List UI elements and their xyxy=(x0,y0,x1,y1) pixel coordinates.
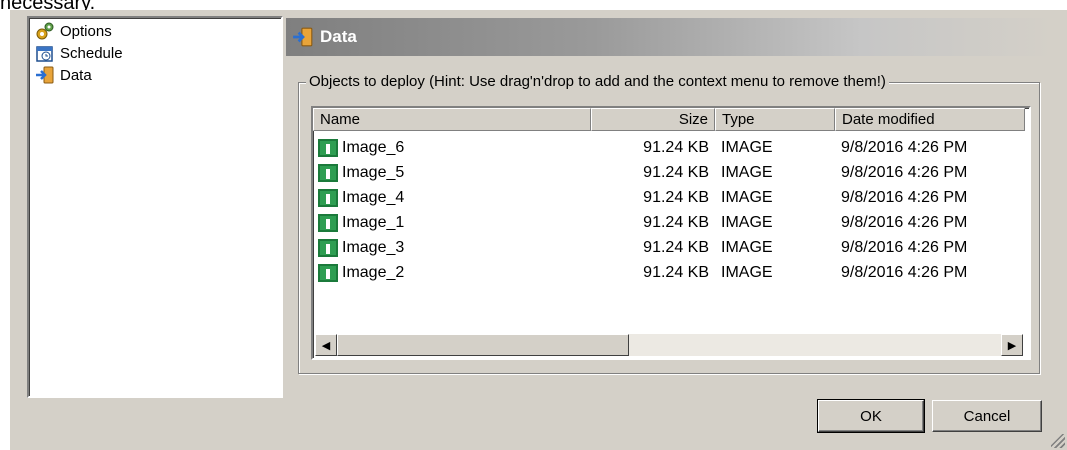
item-name: Image_4 xyxy=(342,188,405,206)
item-name: Image_2 xyxy=(342,263,405,281)
cancel-button[interactable]: Cancel xyxy=(932,400,1042,432)
ok-button[interactable]: OK xyxy=(817,399,925,433)
date-cell: 9/8/2016 4:26 PM xyxy=(841,263,968,281)
schedule-icon xyxy=(35,43,55,63)
size-cell: 91.24 KB xyxy=(643,138,709,156)
list-row[interactable]: Image_5 91.24 KB IMAGE 9/8/2016 4:26 PM xyxy=(313,160,1025,185)
objects-list[interactable]: Name Size Type Date modified Image_6 91.… xyxy=(311,106,1031,360)
image-icon xyxy=(318,138,338,157)
type-cell: IMAGE xyxy=(721,263,773,281)
image-icon xyxy=(318,213,338,232)
resize-grip-icon[interactable] xyxy=(1051,434,1065,448)
tree-item-options[interactable]: Options xyxy=(35,20,112,42)
section-header: Data xyxy=(286,18,1054,56)
name-cell: Image_6 xyxy=(313,138,591,157)
list-header: Name Size Type Date modified xyxy=(313,108,1025,133)
list-row[interactable]: Image_1 91.24 KB IMAGE 9/8/2016 4:26 PM xyxy=(313,210,1025,235)
date-cell: 9/8/2016 4:26 PM xyxy=(841,163,968,181)
arrow-right-icon: ▶ xyxy=(1007,339,1017,352)
name-cell: Image_3 xyxy=(313,238,591,257)
tree-item-label: Data xyxy=(60,66,92,84)
name-cell: Image_5 xyxy=(313,163,591,182)
item-name: Image_3 xyxy=(342,238,405,256)
tree-item-data[interactable]: Data xyxy=(35,64,92,86)
data-icon xyxy=(35,65,55,85)
arrow-left-icon: ◀ xyxy=(321,339,331,352)
image-icon xyxy=(318,263,338,282)
date-cell: 9/8/2016 4:26 PM xyxy=(841,238,968,256)
column-header-date[interactable]: Date modified xyxy=(835,108,1025,131)
type-cell: IMAGE xyxy=(721,188,773,206)
size-cell: 91.24 KB xyxy=(643,188,709,206)
size-cell: 91.24 KB xyxy=(643,163,709,181)
scroll-right-button[interactable]: ▶ xyxy=(1001,334,1023,356)
item-name: Image_1 xyxy=(342,213,405,231)
name-cell: Image_2 xyxy=(313,263,591,282)
date-cell: 9/8/2016 4:26 PM xyxy=(841,138,968,156)
horizontal-scrollbar[interactable]: ◀ ▶ xyxy=(315,334,1023,356)
tree-item-schedule[interactable]: Schedule xyxy=(35,42,123,64)
item-name: Image_5 xyxy=(342,163,405,181)
date-cell: 9/8/2016 4:26 PM xyxy=(841,213,968,231)
size-cell: 91.24 KB xyxy=(643,238,709,256)
list-row[interactable]: Image_6 91.24 KB IMAGE 9/8/2016 4:26 PM xyxy=(313,135,1025,160)
image-icon xyxy=(318,188,338,207)
list-rows: Image_6 91.24 KB IMAGE 9/8/2016 4:26 PM … xyxy=(313,135,1025,285)
options-icon xyxy=(35,21,55,41)
list-row[interactable]: Image_4 91.24 KB IMAGE 9/8/2016 4:26 PM xyxy=(313,185,1025,210)
image-icon xyxy=(318,238,338,257)
type-cell: IMAGE xyxy=(721,163,773,181)
groupbox-legend: Objects to deploy (Hint: Use drag'n'drop… xyxy=(306,73,889,90)
scroll-left-button[interactable]: ◀ xyxy=(315,334,337,356)
size-cell: 91.24 KB xyxy=(643,263,709,281)
item-name: Image_6 xyxy=(342,138,405,156)
column-header-name[interactable]: Name xyxy=(313,108,591,131)
scrollbar-thumb[interactable] xyxy=(337,334,629,356)
name-cell: Image_1 xyxy=(313,213,591,232)
section-title: Data xyxy=(320,27,357,46)
tree-item-label: Options xyxy=(60,22,112,40)
type-cell: IMAGE xyxy=(721,138,773,156)
column-header-type[interactable]: Type xyxy=(715,108,835,131)
type-cell: IMAGE xyxy=(721,238,773,256)
list-row[interactable]: Image_2 91.24 KB IMAGE 9/8/2016 4:26 PM xyxy=(313,260,1025,285)
data-icon xyxy=(292,26,314,48)
size-cell: 91.24 KB xyxy=(643,213,709,231)
deploy-dialog: Options Schedule Data Data Objects to de… xyxy=(10,10,1067,450)
navigation-tree[interactable]: Options Schedule Data xyxy=(27,16,283,398)
tree-item-label: Schedule xyxy=(60,44,123,62)
column-header-size[interactable]: Size xyxy=(591,108,715,131)
image-icon xyxy=(318,163,338,182)
date-cell: 9/8/2016 4:26 PM xyxy=(841,188,968,206)
list-row[interactable]: Image_3 91.24 KB IMAGE 9/8/2016 4:26 PM xyxy=(313,235,1025,260)
type-cell: IMAGE xyxy=(721,213,773,231)
name-cell: Image_4 xyxy=(313,188,591,207)
